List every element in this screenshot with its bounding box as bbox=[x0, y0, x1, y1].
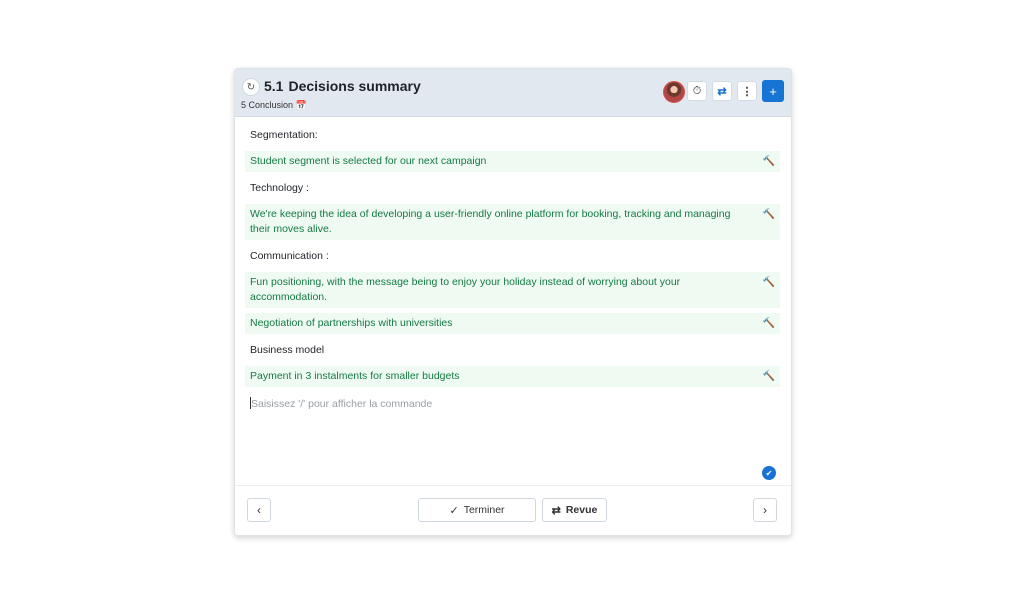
review-label: Revue bbox=[565, 504, 598, 516]
label-business-model: Business model bbox=[250, 344, 325, 356]
editor-input[interactable]: Saisissez '/' pour afficher la commande bbox=[250, 397, 432, 410]
editor-content[interactable]: Segmentation: Student segment is selecte… bbox=[235, 117, 791, 485]
avatar[interactable] bbox=[663, 81, 685, 103]
more-button[interactable]: ⋮ bbox=[737, 81, 757, 101]
page-title: 5.1 Decisions summary bbox=[264, 78, 421, 94]
editor-placeholder: Saisissez '/' pour afficher la commande bbox=[251, 398, 433, 410]
decision-item[interactable]: Negotiation of partnerships with univers… bbox=[245, 313, 780, 334]
timer-button[interactable]: ⏱ bbox=[687, 81, 707, 101]
timer-icon: ⏱ bbox=[692, 84, 702, 97]
decision-text: Negotiation of partnerships with univers… bbox=[250, 317, 453, 329]
section-number: 5.1 bbox=[264, 78, 284, 94]
hammer-icon[interactable]: 🔨 bbox=[763, 316, 775, 331]
decision-item[interactable]: Student segment is selected for our next… bbox=[245, 151, 780, 172]
title-text: Decisions summary bbox=[288, 78, 421, 94]
add-icon: + bbox=[769, 83, 777, 99]
hammer-icon[interactable]: 🔨 bbox=[763, 275, 775, 290]
hammer-icon[interactable]: 🔨 bbox=[763, 369, 775, 384]
sync-icon: ⇄ bbox=[717, 85, 727, 98]
sync-icon: ⇄ bbox=[551, 504, 561, 517]
decision-text: Payment in 3 instalments for smaller bud… bbox=[250, 370, 460, 382]
decision-text: We're keeping the idea of developing a u… bbox=[250, 208, 731, 235]
decision-text: Student segment is selected for our next… bbox=[250, 155, 487, 167]
hammer-icon[interactable]: 🔨 bbox=[763, 207, 775, 222]
check-circle-icon: ✓ bbox=[449, 504, 459, 517]
label-segmentation: Segmentation: bbox=[250, 129, 318, 141]
decision-item[interactable]: Payment in 3 instalments for smaller bud… bbox=[245, 366, 780, 387]
chevron-left-icon: ‹ bbox=[257, 503, 261, 517]
sync-button[interactable]: ⇄ bbox=[712, 81, 732, 101]
decision-text: Fun positioning, with the message being … bbox=[250, 276, 681, 303]
calendar-icon: 📅 bbox=[295, 100, 307, 110]
hammer-icon[interactable]: 🔨 bbox=[763, 154, 775, 169]
refresh-icon[interactable]: ↻ bbox=[242, 78, 260, 96]
check-icon[interactable]: ✔ bbox=[762, 466, 776, 480]
previous-button[interactable]: ‹ bbox=[247, 498, 271, 522]
breadcrumb[interactable]: 5 Conclusion 📅 bbox=[241, 100, 307, 111]
more-icon: ⋮ bbox=[741, 85, 753, 98]
decisions-card: ↻ 5.1 Decisions summary 5 Conclusion 📅 ⏱ … bbox=[234, 68, 792, 536]
label-communication: Communication : bbox=[250, 250, 329, 262]
decision-item[interactable]: We're keeping the idea of developing a u… bbox=[245, 204, 780, 240]
next-button[interactable]: › bbox=[753, 498, 777, 522]
add-button[interactable]: + bbox=[762, 80, 784, 102]
card-header: ↻ 5.1 Decisions summary 5 Conclusion 📅 ⏱ … bbox=[235, 69, 791, 117]
breadcrumb-label: 5 Conclusion bbox=[241, 100, 294, 110]
finish-label: Terminer bbox=[463, 504, 505, 516]
label-technology: Technology : bbox=[250, 182, 309, 194]
card-footer: ‹ ✓ Terminer ⇄ Revue › bbox=[235, 485, 791, 535]
review-button[interactable]: ⇄ Revue bbox=[542, 498, 607, 522]
chevron-right-icon: › bbox=[763, 503, 767, 517]
decision-item[interactable]: Fun positioning, with the message being … bbox=[245, 272, 780, 308]
finish-button[interactable]: ✓ Terminer bbox=[418, 498, 536, 522]
